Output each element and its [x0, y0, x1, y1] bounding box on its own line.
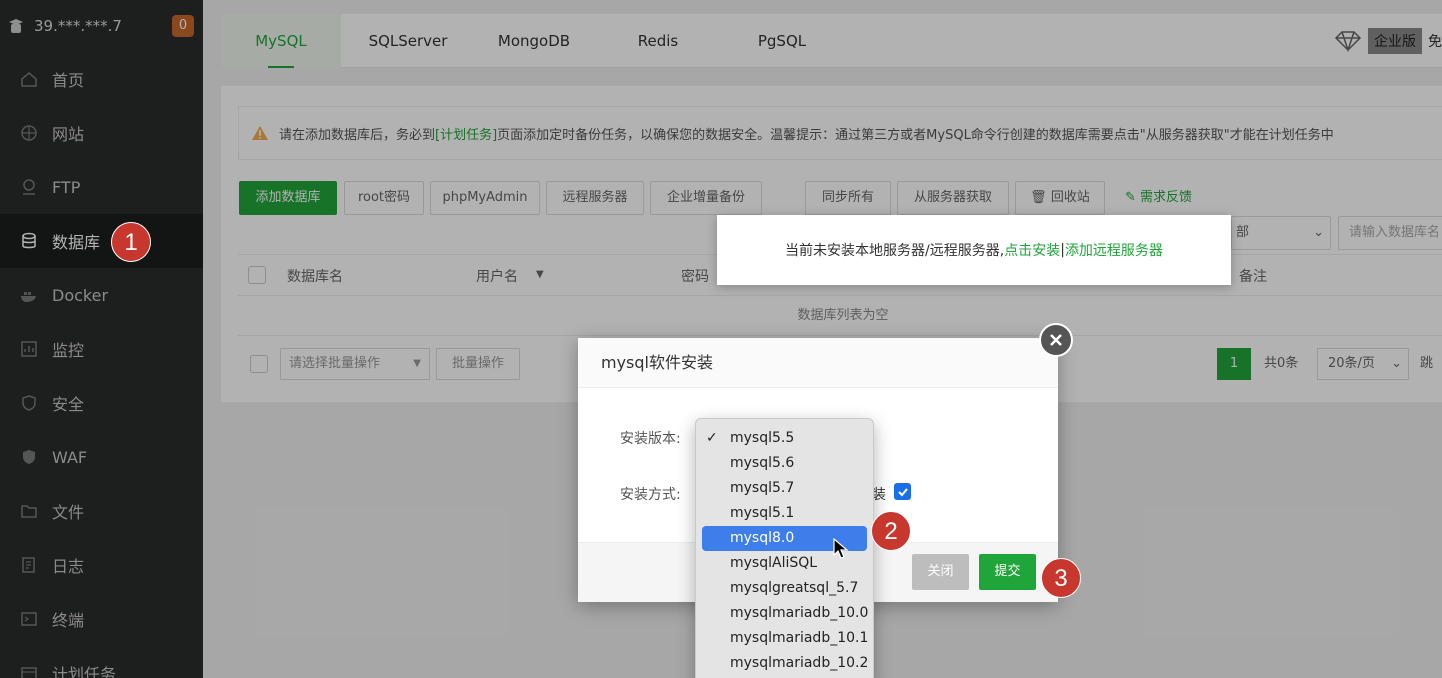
- version-option[interactable]: mysql5.6: [702, 451, 867, 476]
- dialog-close-icon[interactable]: [1039, 323, 1073, 357]
- version-label: 安装版本:: [620, 431, 681, 447]
- version-option[interactable]: mysqlgreatsql_5.7: [702, 576, 867, 601]
- hint-text: 当前未安装本地服务器/远程服务器,: [785, 243, 1005, 259]
- step-marker-2: 2: [871, 511, 911, 551]
- install-method-checkbox[interactable]: [894, 483, 911, 500]
- option-label: mysql5.5: [730, 430, 795, 446]
- close-button[interactable]: 关闭: [912, 554, 969, 590]
- version-option[interactable]: mysqlmariadb_10.0: [702, 601, 868, 626]
- version-option[interactable]: ✓ mysql5.5: [702, 426, 867, 451]
- method-option-tail: 装: [872, 487, 886, 503]
- method-label: 安装方式:: [620, 487, 681, 503]
- version-option[interactable]: mysql5.7: [702, 476, 867, 501]
- mouse-cursor-icon: [833, 538, 849, 559]
- version-option[interactable]: mysqlmariadb_10.2: [702, 651, 868, 676]
- step-marker-3: 3: [1041, 558, 1081, 598]
- install-link[interactable]: 点击安装: [1004, 240, 1060, 260]
- install-hint-popup: 当前未安装本地服务器/远程服务器, 点击安装 | 添加远程服务器: [717, 215, 1231, 285]
- submit-button[interactable]: 提交: [979, 554, 1036, 590]
- version-option[interactable]: mysqlmariadb_10.1: [702, 626, 868, 651]
- step-marker-1: 1: [111, 222, 151, 262]
- selected-check-icon: ✓: [706, 430, 718, 446]
- checkmark-icon: [897, 487, 908, 496]
- dialog-title: mysql软件安装: [578, 338, 1058, 388]
- version-option[interactable]: mysql5.1: [702, 501, 867, 526]
- add-remote-link[interactable]: 添加远程服务器: [1065, 240, 1163, 260]
